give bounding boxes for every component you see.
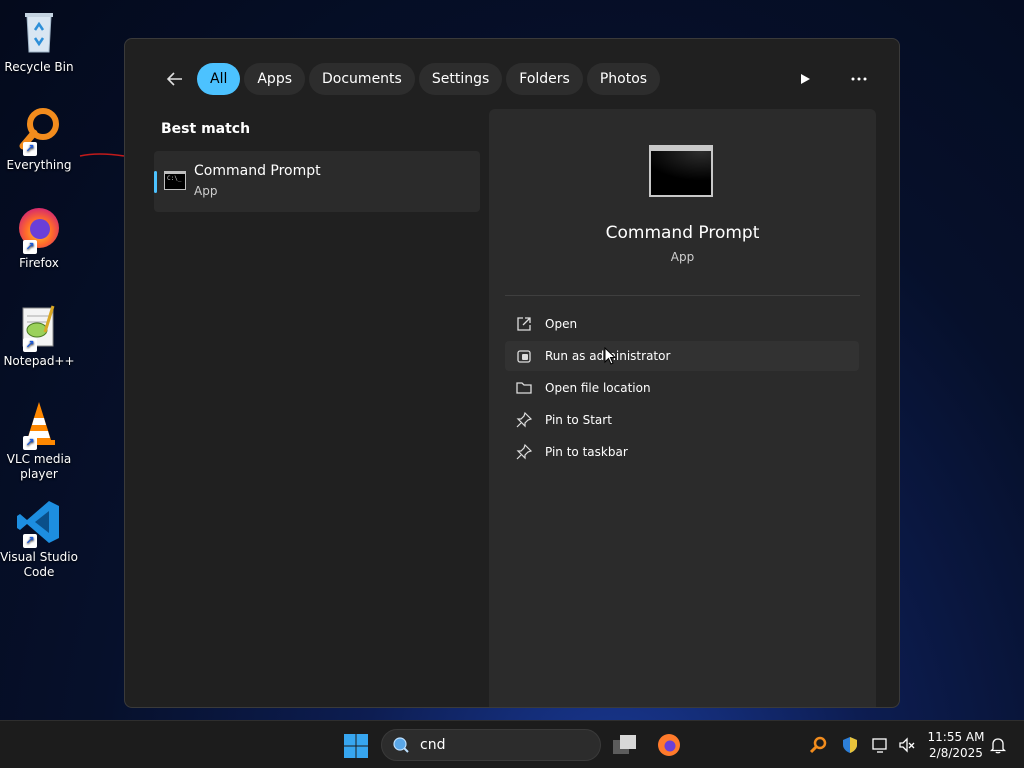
search-icon (393, 737, 409, 753)
action-open[interactable]: Open (505, 309, 859, 339)
action-open-file-location[interactable]: Open file location (505, 373, 859, 403)
action-label: Pin to taskbar (545, 445, 628, 459)
command-prompt-icon: C:\_ (164, 171, 186, 190)
tray-everything[interactable] (806, 733, 830, 757)
desktop-icon-notepad-plus-plus[interactable]: ↗ Notepad++ (0, 302, 78, 369)
action-label: Open file location (545, 381, 651, 395)
firefox-icon (658, 734, 680, 756)
task-view-icon (613, 735, 636, 754)
desktop-icon-everything[interactable]: ↗ Everything (0, 106, 78, 173)
taskbar: cnd 11:55 AM 2/8/2025 (0, 720, 1024, 768)
start-button[interactable] (343, 733, 369, 759)
shortcut-arrow-icon: ↗ (23, 240, 37, 254)
best-match-result[interactable]: C:\_ Command Prompt App (154, 151, 480, 212)
open-external-icon (515, 315, 533, 333)
desktop-icon-recycle-bin[interactable]: Recycle Bin (0, 8, 78, 75)
shield-icon (843, 737, 857, 753)
taskbar-firefox[interactable] (655, 731, 683, 759)
selection-indicator (154, 171, 157, 193)
pin-icon (515, 411, 533, 429)
play-icon (801, 74, 810, 84)
tray-volume[interactable] (895, 733, 919, 757)
best-match-heading: Best match (161, 121, 251, 137)
divider (505, 295, 860, 296)
detail-subtitle: App (670, 250, 695, 264)
red-annotation-line (79, 153, 125, 157)
taskbar-clock[interactable]: 11:55 AM 2/8/2025 (924, 729, 988, 761)
action-pin-to-start[interactable]: Pin to Start (505, 405, 859, 435)
arrow-left-icon (166, 72, 182, 86)
desktop-icon-vlc[interactable]: ↗ VLC media player (0, 400, 78, 482)
speaker-muted-icon (899, 737, 915, 753)
filter-tab-all[interactable]: All (197, 63, 241, 95)
desktop-icon-label: Notepad++ (3, 354, 75, 368)
pin-icon (515, 443, 533, 461)
bell-icon (989, 738, 1007, 754)
folder-icon (515, 379, 533, 397)
vscode-icon: ↗ (15, 498, 63, 548)
action-run-as-administrator[interactable]: Run as administrator (505, 341, 859, 371)
start-search-panel: All Apps Documents Settings Folders Phot… (124, 38, 900, 708)
result-subtitle: App (194, 184, 218, 198)
detail-actions: Open Run as administrator Open file loca… (505, 309, 859, 469)
filter-tab-documents[interactable]: Documents (309, 63, 415, 95)
action-label: Pin to Start (545, 413, 612, 427)
vlc-cone-icon: ↗ (15, 400, 63, 450)
search-bar-actions (789, 63, 875, 95)
filter-tab-folders[interactable]: Folders (506, 63, 583, 95)
mouse-cursor-icon (604, 347, 616, 365)
more-options-button[interactable] (843, 63, 875, 95)
taskbar-search-box[interactable]: cnd (381, 729, 601, 761)
desktop-icon-label: Recycle Bin (4, 60, 74, 74)
result-detail-pane: Command Prompt App Open Run as administr… (489, 109, 876, 707)
back-button[interactable] (161, 63, 189, 95)
shortcut-arrow-icon: ↗ (23, 338, 37, 352)
shortcut-arrow-icon: ↗ (23, 142, 37, 156)
network-icon (872, 738, 887, 753)
shortcut-arrow-icon: ↗ (23, 534, 37, 548)
tray-security[interactable] (838, 733, 862, 757)
filter-tab-apps[interactable]: Apps (244, 63, 306, 95)
ellipsis-icon (851, 77, 867, 81)
desktop-icon-label: VLC media player (6, 452, 72, 481)
shortcut-arrow-icon: ↗ (23, 436, 37, 450)
clock-date: 2/8/2025 (929, 746, 983, 760)
everything-search-icon (809, 736, 827, 754)
notepad-plus-plus-icon: ↗ (15, 302, 63, 352)
action-pin-to-taskbar[interactable]: Pin to taskbar (505, 437, 859, 467)
command-prompt-large-icon (649, 145, 713, 197)
recycle-bin-icon (15, 8, 63, 56)
filter-tab-photos[interactable]: Photos (586, 63, 661, 95)
result-title: Command Prompt (194, 163, 321, 179)
tray-network[interactable] (869, 733, 893, 757)
detail-title: Command Prompt (605, 223, 760, 243)
everything-search-icon: ↗ (15, 106, 63, 156)
search-input[interactable]: cnd (420, 737, 445, 753)
desktop-icon-label: Everything (6, 158, 72, 172)
action-label: Open (545, 317, 578, 331)
task-view-button[interactable] (611, 731, 639, 759)
desktop-icon-label: Visual Studio Code (0, 550, 78, 579)
shield-admin-icon (515, 347, 533, 365)
notification-button[interactable] (986, 733, 1010, 757)
desktop-icon-vscode[interactable]: ↗ Visual Studio Code (0, 498, 78, 580)
desktop-icon-label: Firefox (19, 256, 59, 270)
windows-logo-icon (344, 734, 368, 758)
filter-tab-settings[interactable]: Settings (418, 63, 503, 95)
search-filter-bar: All Apps Documents Settings Folders Phot… (161, 63, 661, 95)
clock-time: 11:55 AM (927, 730, 985, 744)
firefox-icon: ↗ (15, 204, 63, 254)
desktop-icon-firefox[interactable]: ↗ Firefox (0, 204, 78, 271)
more-filters-button[interactable] (789, 63, 821, 95)
